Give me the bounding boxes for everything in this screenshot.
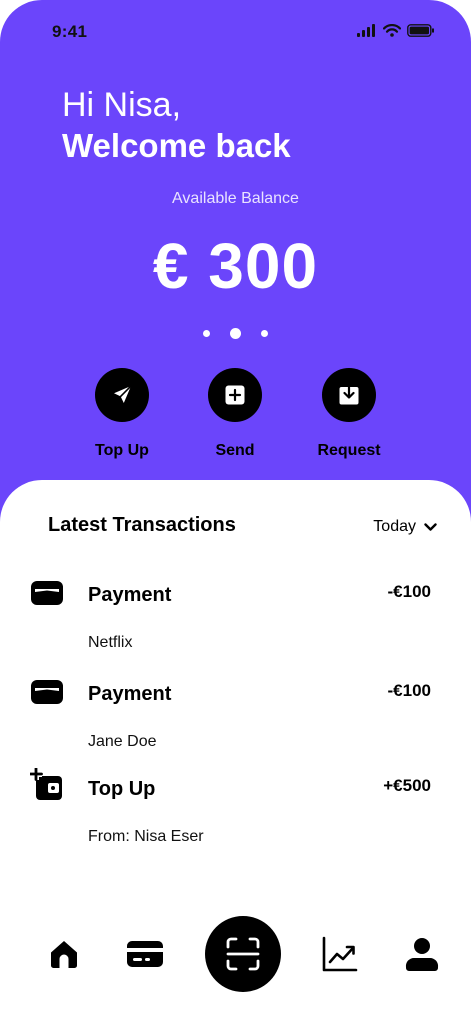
send-button[interactable]: Send	[175, 368, 295, 460]
nav-analytics[interactable]	[310, 914, 370, 994]
date-filter-dropdown[interactable]: Today	[373, 518, 437, 536]
signal-icon	[357, 24, 375, 37]
wifi-icon	[383, 24, 401, 37]
status-icons	[357, 24, 435, 37]
header-panel: 9:41 Hi Nisa, Welcome back Available Bal…	[0, 0, 471, 540]
plus-square-icon	[225, 385, 245, 405]
transaction-item[interactable]: Payment Netflix -€100	[0, 578, 471, 668]
chevron-down-icon	[424, 522, 437, 531]
nav-scan[interactable]	[205, 914, 281, 994]
carousel-indicator[interactable]	[0, 328, 471, 339]
wallet-icon	[31, 581, 63, 605]
request-circle[interactable]	[322, 368, 376, 422]
transaction-title: Payment	[88, 683, 172, 705]
welcome-text: Welcome back	[62, 127, 291, 164]
phone-screen: 9:41 Hi Nisa, Welcome back Available Bal…	[0, 0, 471, 1024]
status-bar: 9:41	[0, 0, 471, 60]
balance-label: Available Balance	[172, 190, 299, 207]
transaction-item[interactable]: Payment Jane Doe -€100	[0, 677, 471, 767]
transaction-amount: -€100	[387, 681, 431, 700]
transaction-amount: +€500	[383, 776, 431, 795]
request-button[interactable]: Request	[289, 368, 409, 460]
send-arrow-icon	[114, 385, 132, 403]
nav-cards[interactable]	[115, 914, 175, 994]
balance-amount: € 300	[152, 230, 319, 302]
status-time: 9:41	[52, 22, 88, 41]
nav-profile[interactable]	[392, 914, 452, 994]
top-up-label: Top Up	[95, 442, 149, 459]
transaction-item[interactable]: Top Up From: Nisa Eser +€500	[0, 768, 471, 862]
request-label: Request	[317, 442, 381, 459]
top-up-button[interactable]: Top Up	[62, 368, 182, 460]
transaction-amount: -€100	[387, 582, 431, 601]
carousel-dot-active[interactable]	[230, 328, 241, 339]
profile-icon	[405, 938, 439, 971]
transaction-subtitle: Jane Doe	[88, 733, 157, 750]
send-circle[interactable]	[208, 368, 262, 422]
bottom-nav	[0, 914, 471, 994]
transaction-title: Top Up	[88, 778, 156, 800]
transaction-subtitle: From: Nisa Eser	[88, 828, 204, 845]
top-up-circle[interactable]	[95, 368, 149, 422]
battery-icon	[407, 24, 434, 37]
wallet-add-icon	[30, 768, 62, 800]
carousel-dot[interactable]	[261, 330, 268, 337]
transaction-subtitle: Netflix	[88, 634, 133, 651]
greeting-text: Hi Nisa,	[62, 86, 182, 124]
home-icon	[51, 941, 77, 968]
nav-home[interactable]	[34, 914, 94, 994]
card-icon	[127, 941, 163, 967]
send-label: Send	[215, 442, 255, 459]
scan-icon	[226, 937, 260, 971]
transactions-title: Latest Transactions	[48, 514, 236, 536]
transaction-title: Payment	[88, 584, 172, 606]
wallet-icon	[31, 680, 63, 704]
download-icon	[339, 384, 359, 405]
chart-icon	[322, 936, 358, 972]
scan-button[interactable]	[205, 916, 281, 992]
carousel-dot[interactable]	[203, 330, 210, 337]
date-filter-value: Today	[373, 518, 416, 535]
